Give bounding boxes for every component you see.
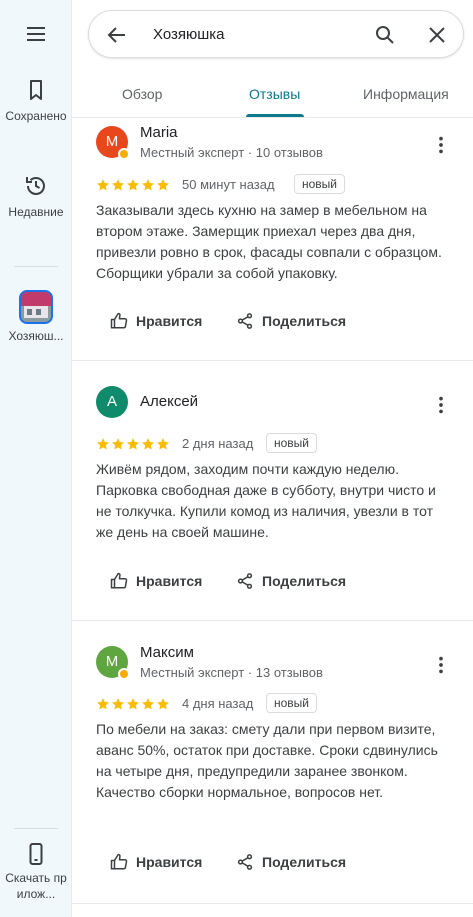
star-icon: [112, 438, 124, 450]
star-icon: [127, 438, 139, 450]
local-guide-badge-icon: [118, 148, 130, 160]
saved-label: Сохранено: [5, 109, 67, 123]
thumb-up-icon: [110, 312, 128, 329]
review-divider: [72, 903, 473, 904]
local-guide-badge-icon: [118, 668, 130, 680]
search-box[interactable]: Хозяюшка: [88, 10, 464, 58]
saved-button[interactable]: Сохранено: [0, 78, 72, 124]
star-icon: [157, 698, 169, 710]
star-icon: [157, 438, 169, 450]
place-tab-label: Хозяюш...: [8, 329, 64, 343]
bookmark-icon: [30, 80, 42, 100]
star-rating: [96, 697, 171, 711]
menu-button[interactable]: [0, 22, 72, 46]
share-label: Поделиться: [262, 573, 347, 589]
download-app-button[interactable]: Скачать прилож...: [0, 842, 72, 902]
like-button[interactable]: Нравится: [110, 311, 220, 331]
phone-icon: [29, 843, 43, 865]
search-input[interactable]: Хозяюшка: [153, 25, 225, 45]
share-label: Поделиться: [262, 313, 347, 329]
arrow-back-icon[interactable]: [105, 23, 129, 47]
left-rail: Сохранено Недавние Хозяюш... Скачать при…: [0, 0, 72, 917]
recent-label: Недавние: [8, 205, 64, 219]
avatar[interactable]: M: [96, 646, 130, 680]
review-divider: [72, 620, 473, 621]
review-divider: [72, 360, 473, 361]
review-time: 50 минут назад: [182, 177, 275, 192]
reviewer-name[interactable]: Алексей: [140, 393, 198, 410]
avatar-initial: M: [105, 653, 119, 670]
reviewer-meta: Местный эксперт · 13 отзывов: [140, 665, 323, 680]
star-icon: [112, 179, 124, 191]
review-text: По мебели на заказ: смету дали при перво…: [96, 721, 438, 800]
avatar-initial: А: [106, 393, 117, 410]
star-rating: [96, 178, 171, 192]
star-icon: [142, 179, 154, 191]
download-app-label: Скачать прилож...: [5, 871, 67, 901]
review-time: 2 дня назад: [182, 436, 254, 451]
star-icon: [97, 179, 109, 191]
star-icon: [127, 179, 139, 191]
rail-divider-bottom: [14, 828, 58, 829]
star-rating: [96, 437, 171, 451]
review-text: Живём рядом, заходим почти каждую неделю…: [96, 461, 436, 540]
new-badge: новый: [294, 174, 346, 194]
history-icon: [26, 177, 45, 195]
rail-divider: [14, 266, 58, 267]
avatar[interactable]: M: [96, 126, 130, 160]
more-vert-icon[interactable]: [430, 134, 452, 156]
star-icon: [97, 438, 109, 450]
share-icon: [237, 573, 253, 589]
active-tab-indicator: [246, 114, 304, 117]
share-icon: [237, 313, 253, 329]
new-badge: новый: [266, 433, 318, 453]
share-label: Поделиться: [262, 854, 347, 870]
star-icon: [127, 698, 139, 710]
like-label: Нравится: [136, 854, 203, 870]
close-icon[interactable]: [425, 23, 449, 47]
share-button[interactable]: Поделиться: [236, 852, 356, 872]
place-tab-button[interactable]: Хозяюш...: [0, 290, 72, 344]
reviews-list: M Maria Местный эксперт · 10 отзывов 50 …: [72, 118, 473, 917]
search-icon[interactable]: [373, 23, 397, 47]
tab-overview[interactable]: Обзор: [122, 86, 162, 102]
new-badge: новый: [266, 693, 318, 713]
like-label: Нравится: [136, 573, 203, 589]
place-tabs: Обзор Отзывы Информация: [72, 76, 473, 118]
star-icon: [142, 438, 154, 450]
share-button[interactable]: Поделиться: [236, 571, 356, 591]
like-button[interactable]: Нравится: [110, 571, 220, 591]
reviewer-meta: Местный эксперт · 10 отзывов: [140, 145, 323, 160]
star-icon: [157, 179, 169, 191]
thumb-up-icon: [110, 853, 128, 870]
tab-info[interactable]: Информация: [363, 86, 449, 102]
reviewer-name[interactable]: Maria: [140, 124, 178, 141]
place-thumbnail: [19, 290, 53, 324]
recent-button[interactable]: Недавние: [0, 174, 72, 220]
reviewer-name[interactable]: Максим: [140, 644, 194, 661]
review-time: 4 дня назад: [182, 696, 254, 711]
review-text: Заказывали здесь кухню на замер в мебель…: [96, 202, 442, 281]
star-icon: [112, 698, 124, 710]
share-button[interactable]: Поделиться: [236, 311, 356, 331]
share-icon: [237, 854, 253, 870]
more-vert-icon[interactable]: [430, 394, 452, 416]
menu-icon: [27, 27, 45, 41]
star-icon: [142, 698, 154, 710]
more-vert-icon[interactable]: [430, 654, 452, 676]
star-icon: [97, 698, 109, 710]
avatar[interactable]: А: [96, 386, 128, 418]
like-button[interactable]: Нравится: [110, 852, 220, 872]
avatar-initial: M: [105, 133, 119, 150]
tab-reviews[interactable]: Отзывы: [249, 86, 300, 102]
thumb-up-icon: [110, 572, 128, 589]
like-label: Нравится: [136, 313, 203, 329]
